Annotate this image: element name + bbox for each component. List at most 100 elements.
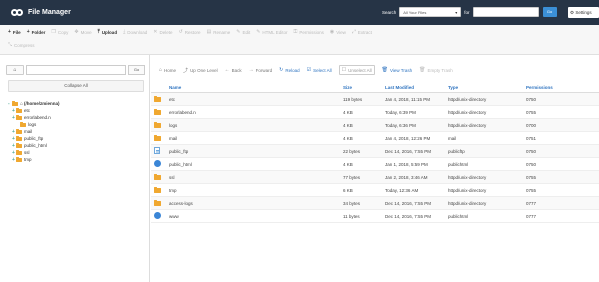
toolbar-row-2: ⤡ Compress	[8, 42, 41, 48]
file-icon-cell	[151, 160, 163, 168]
tree-item-etc[interactable]: + etc	[8, 107, 60, 114]
toolbar-rename-button[interactable]: ▤ Rename	[206, 29, 230, 35]
toolbar-html-editor-button[interactable]: ✎ HTML Editor	[256, 29, 287, 35]
toolbar-delete-button[interactable]: ✕ Delete	[153, 29, 172, 35]
back-button[interactable]: ← Back	[225, 67, 242, 73]
file-permissions: 0750	[526, 148, 537, 154]
file-size: 119 bytes	[343, 96, 363, 102]
table-row[interactable]: etc 119 bytes Jan 4, 2018, 11:15 PM httpd/u…	[151, 93, 599, 106]
toolbar-edit-button[interactable]: ✎ Edit	[236, 29, 250, 35]
file-type: httpd/unix-directory	[448, 122, 487, 128]
file-last-modified: Jan 2, 2018, 3:46 AM	[385, 174, 428, 180]
table-row[interactable]: access-logs 34 bytes Dec 14, 2016, 7:55 PM…	[151, 197, 599, 210]
gear-icon: ⚙	[570, 10, 575, 15]
toolbar-button-label: Delete	[159, 29, 173, 35]
search-go-button[interactable]: Go	[542, 7, 557, 17]
nav-button-label: Home	[164, 67, 177, 73]
file-last-modified: Jan 4, 2018, 12:26 PM	[385, 135, 431, 141]
toolbar-button-label: Permissions	[299, 29, 324, 35]
file-permissions: 0751	[526, 135, 537, 141]
view-trash-button[interactable]: 🗑 View Trash	[382, 67, 413, 73]
column-header-name[interactable]: Name	[163, 85, 343, 90]
path-go-button[interactable]: Go	[128, 65, 145, 75]
forward-button[interactable]: → Forward	[249, 67, 273, 73]
nav-button-label: Reload	[285, 67, 300, 73]
tree-item-logs[interactable]: logs	[8, 121, 60, 128]
tree-item-label: (/home/zmienna)	[24, 101, 60, 106]
tree-item-ssl[interactable]: + ssl	[8, 149, 60, 156]
toolbar-copy-button[interactable]: ❐ Copy	[51, 29, 68, 35]
unselect-all-button[interactable]: ☐ Unselect All	[338, 65, 375, 75]
table-row[interactable]: public_html 4 KB Jan 1, 2018, 5:59 PM publi…	[151, 158, 599, 171]
toolbar-extract-button[interactable]: ⤢ Extract	[352, 29, 372, 35]
folder-icon	[154, 173, 161, 180]
table-row[interactable]: logs 4 KB Today, 6:36 PM httpd/unix-directo…	[151, 119, 599, 132]
table-row[interactable]: errorlabend.n 4 KB Today, 6:39 PM httpd/uni…	[151, 106, 599, 119]
toolbar-restore-button[interactable]: ↺ Restore	[179, 29, 201, 35]
tree-item-tmp[interactable]: + tmp	[8, 156, 60, 163]
folder-icon	[16, 142, 22, 148]
move-icon: ✥	[74, 29, 79, 35]
directory-tree: - ⌂ (/home/zmienna) + etc + errorlabend.n logs +…	[8, 100, 60, 163]
toolbar-view-button[interactable]: ◉ View	[330, 29, 346, 35]
toolbar-folder-button[interactable]: + Folder	[27, 29, 46, 35]
column-header-last-modified[interactable]: Last Modified	[385, 85, 448, 90]
search-input[interactable]	[472, 7, 539, 17]
file-type: publichtml	[448, 213, 469, 219]
delete-icon: ✕	[153, 29, 158, 35]
table-row[interactable]: ssl 77 bytes Jan 2, 2018, 3:46 AM httpd/uni…	[151, 171, 599, 184]
file-last-modified: Today, 12:36 AM	[385, 187, 419, 193]
column-header-type[interactable]: Type	[448, 85, 526, 90]
toolbar-move-button[interactable]: ✥ Move	[74, 29, 91, 35]
file-permissions: 0755	[526, 174, 537, 180]
column-header-size[interactable]: Size	[343, 85, 385, 90]
path-input[interactable]	[26, 65, 126, 75]
file-type: httpd/unix-directory	[448, 200, 487, 206]
tree-item-mail[interactable]: + mail	[8, 128, 60, 135]
file-name: ssl	[169, 174, 175, 180]
column-header-permissions[interactable]: Permissions	[526, 85, 566, 90]
table-row[interactable]: www 11 bytes Dec 14, 2016, 7:55 PM publicht…	[151, 210, 599, 223]
settings-button[interactable]: ⚙ Settings	[568, 7, 599, 18]
toolbar-button-label: Copy	[57, 29, 69, 35]
tree-item-errorlabend-n[interactable]: + errorlabend.n	[8, 114, 60, 121]
nav-button-label: Select All	[313, 67, 332, 73]
table-row[interactable]: public_ftp 22 bytes Dec 14, 2016, 7:55 PM p…	[151, 145, 599, 158]
file-name: www	[169, 213, 179, 219]
file-type: publicftp	[448, 148, 465, 154]
file-type: httpd/unix-directory	[448, 187, 487, 193]
home-button[interactable]: ⌂ Home	[159, 67, 176, 73]
file-icon-cell	[151, 186, 163, 194]
tree-item-public-ftp[interactable]: + public_ftp	[8, 135, 60, 142]
sidebar-home-button[interactable]: ⌂	[6, 65, 24, 75]
toolbar-permissions-button[interactable]: ⚿ Permissions	[294, 29, 324, 35]
globe-icon	[154, 212, 161, 219]
toolbar-compress-button[interactable]: ⤡ Compress	[8, 42, 35, 48]
table-row[interactable]: tmp 6 KB Today, 12:36 AM httpd/unix-directo…	[151, 184, 599, 197]
sidebar: ⌂ Go Collapse All - ⌂ (/home/zmienna) + etc +…	[0, 55, 150, 282]
search-area: Search All Your Files ▾ for Go	[382, 7, 557, 17]
file-name: errorlabend.n	[169, 109, 196, 115]
collapse-all-button[interactable]: Collapse All	[8, 80, 144, 92]
toolbar-file-button[interactable]: + File	[8, 29, 21, 35]
search-label: Search	[382, 9, 397, 15]
restore-icon: ↺	[178, 29, 183, 35]
for-label: for	[464, 9, 470, 15]
reload-button[interactable]: ↻ Reload	[279, 67, 299, 73]
tree-item-home-zmienna[interactable]: - ⌂ (/home/zmienna)	[8, 100, 60, 107]
file-size: 11 bytes	[343, 213, 360, 219]
search-scope-select[interactable]: All Your Files ▾	[399, 7, 462, 17]
select-all-button[interactable]: ☑ Select All	[307, 67, 332, 73]
file-icon-cell	[151, 199, 163, 207]
empty-trash-button[interactable]: 🗑 Empty Trash	[419, 67, 453, 73]
toolbar-download-button[interactable]: ⤓ Download	[123, 29, 147, 35]
tree-item-public-html[interactable]: + public_html	[8, 142, 60, 149]
toolbar-button-label: Extract	[357, 29, 372, 35]
toolbar-upload-button[interactable]: ⤒ Upload	[98, 29, 117, 35]
table-row[interactable]: mail 4 KB Jan 4, 2018, 12:26 PM mail 0751	[151, 132, 599, 145]
up-one-level-button[interactable]: ⤴ Up One Level	[183, 67, 218, 74]
folder-icon	[154, 186, 161, 193]
file-size: 34 bytes	[343, 200, 361, 206]
file-last-modified: Dec 14, 2016, 7:55 PM	[385, 200, 432, 206]
plus-icon: +	[8, 29, 11, 35]
